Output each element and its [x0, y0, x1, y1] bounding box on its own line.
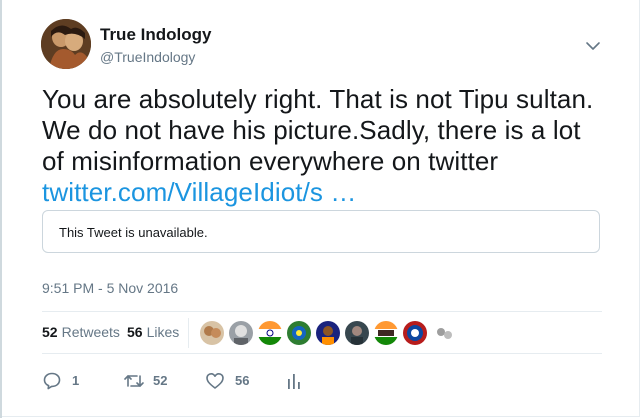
liker-avatar[interactable] — [258, 321, 282, 345]
likes-stat-count: 56 — [127, 324, 143, 340]
liker-avatar[interactable] — [316, 321, 340, 345]
retweet-count: 52 — [153, 373, 168, 388]
liker-avatar[interactable] — [200, 321, 224, 345]
likes-stat[interactable]: 56 Likes — [127, 324, 179, 340]
liker-avatar[interactable] — [374, 321, 398, 345]
retweet-icon — [124, 375, 144, 387]
tweet-card: True Indology @TrueIndology You are abso… — [0, 0, 640, 417]
liker-avatar[interactable] — [287, 321, 311, 345]
tweet-actions: 1 52 56 — [42, 370, 602, 392]
chevron-down-icon[interactable] — [585, 39, 601, 51]
liker-avatar[interactable] — [345, 321, 369, 345]
stats-divider — [188, 318, 189, 348]
like-count: 56 — [235, 373, 250, 388]
tweet-text: You are absolutely right. That is not Ti… — [42, 84, 602, 208]
heart-icon — [206, 373, 224, 389]
retweets-stat-label: Retweets — [61, 324, 120, 340]
likes-stat-label: Likes — [146, 324, 180, 340]
liker-avatar[interactable] — [229, 321, 253, 345]
retweets-stat[interactable]: 52 Retweets — [42, 324, 120, 340]
tweet-body: You are absolutely right. That is not Ti… — [42, 84, 594, 176]
tweet-link[interactable]: twitter.com/VillageIdiot/s … — [42, 177, 356, 207]
liker-avatar[interactable] — [432, 321, 456, 345]
quoted-tweet-box[interactable]: This Tweet is unavailable. — [42, 210, 600, 253]
author-avatar[interactable] — [41, 19, 91, 69]
analytics-icon — [288, 374, 300, 389]
author-handle[interactable]: @TrueIndology — [100, 49, 195, 65]
reply-count: 1 — [72, 373, 80, 388]
liker-avatar[interactable] — [403, 321, 427, 345]
left-border — [0, 0, 2, 418]
tweet-header: True Indology @TrueIndology — [41, 19, 611, 71]
tweet-timestamp[interactable]: 9:51 PM - 5 Nov 2016 — [42, 280, 178, 296]
tweet-stats: 52 Retweets 56 Likes — [42, 311, 602, 354]
reply-icon — [43, 372, 61, 390]
author-name[interactable]: True Indology — [100, 25, 211, 45]
retweets-stat-count: 52 — [42, 324, 58, 340]
quoted-tweet-unavailable-text: This Tweet is unavailable. — [59, 225, 208, 240]
